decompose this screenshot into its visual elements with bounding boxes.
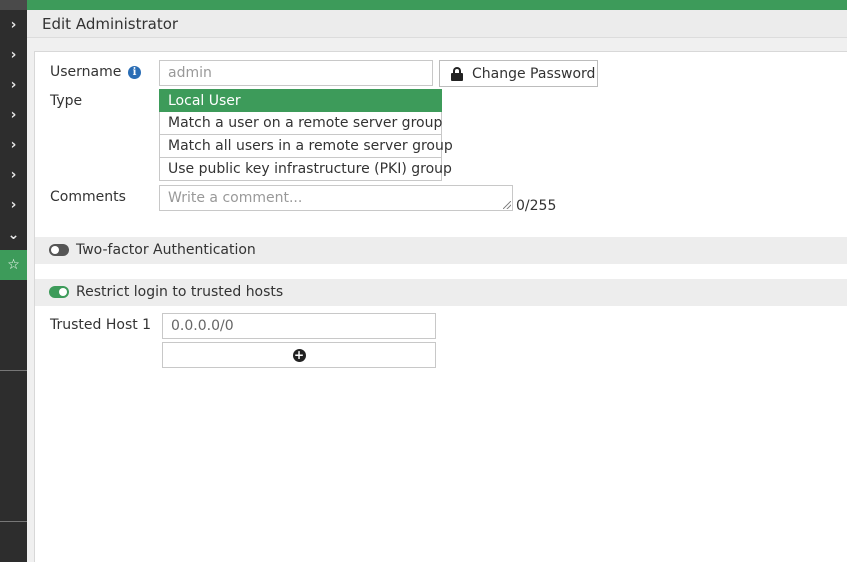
plus-circle-icon: +: [292, 347, 306, 362]
chevron-right-icon[interactable]: ›: [0, 70, 27, 100]
chevron-right-icon[interactable]: ›: [0, 40, 27, 70]
two-factor-section: Two-factor Authentication: [35, 237, 847, 264]
comments-field[interactable]: Write a comment...: [159, 185, 513, 211]
chevron-right-icon[interactable]: ›: [0, 100, 27, 130]
chevron-down-icon[interactable]: ⌄: [0, 220, 27, 250]
chevron-right-icon[interactable]: ›: [0, 130, 27, 160]
username-input[interactable]: admin: [159, 60, 433, 86]
star-icon[interactable]: ☆: [0, 250, 27, 280]
page-header: Edit Administrator: [27, 10, 847, 38]
comments-label: Comments: [50, 189, 126, 205]
sidebar-divider: [0, 370, 27, 371]
chevron-right-icon[interactable]: ›: [0, 190, 27, 220]
type-option-remote-group[interactable]: Match all users in a remote server group: [159, 135, 453, 158]
restrict-login-label: Restrict login to trusted hosts: [76, 284, 284, 300]
top-bar: [0, 0, 847, 10]
add-trusted-host-button[interactable]: +: [162, 342, 436, 368]
trusted-host-1-input[interactable]: 0.0.0.0/0: [162, 313, 436, 339]
type-label: Type: [50, 93, 83, 109]
sidebar: › › › › › › › ⌄ ☆: [0, 10, 27, 562]
trusted-host-1-label: Trusted Host 1: [50, 317, 152, 333]
type-option-remote-user[interactable]: Match a user on a remote server group: [159, 112, 442, 135]
change-password-button[interactable]: Change Password: [439, 60, 598, 87]
restrict-login-section: Restrict login to trusted hosts: [35, 279, 847, 306]
type-option-pki-group[interactable]: Use public key infrastructure (PKI) grou…: [159, 158, 452, 181]
comment-char-counter: 0/255: [516, 198, 557, 214]
username-label: Username: [50, 64, 122, 80]
two-factor-toggle[interactable]: [49, 244, 69, 256]
two-factor-label: Two-factor Authentication: [76, 242, 256, 258]
restrict-login-toggle[interactable]: [49, 286, 69, 298]
resize-grip-icon[interactable]: [503, 201, 511, 209]
chevron-right-icon[interactable]: ›: [0, 160, 27, 190]
type-option-local-user[interactable]: Local User: [159, 89, 442, 112]
type-options-list: Local User Match a user on a remote serv…: [159, 89, 453, 181]
comments-placeholder: Write a comment...: [168, 190, 303, 206]
top-accent-bar: [27, 0, 847, 10]
page-title: Edit Administrator: [42, 15, 179, 33]
lock-icon: [450, 66, 464, 81]
info-icon[interactable]: i: [128, 66, 141, 79]
chevron-right-icon[interactable]: ›: [0, 10, 27, 40]
change-password-label: Change Password: [472, 65, 596, 82]
sidebar-divider: [0, 521, 27, 522]
